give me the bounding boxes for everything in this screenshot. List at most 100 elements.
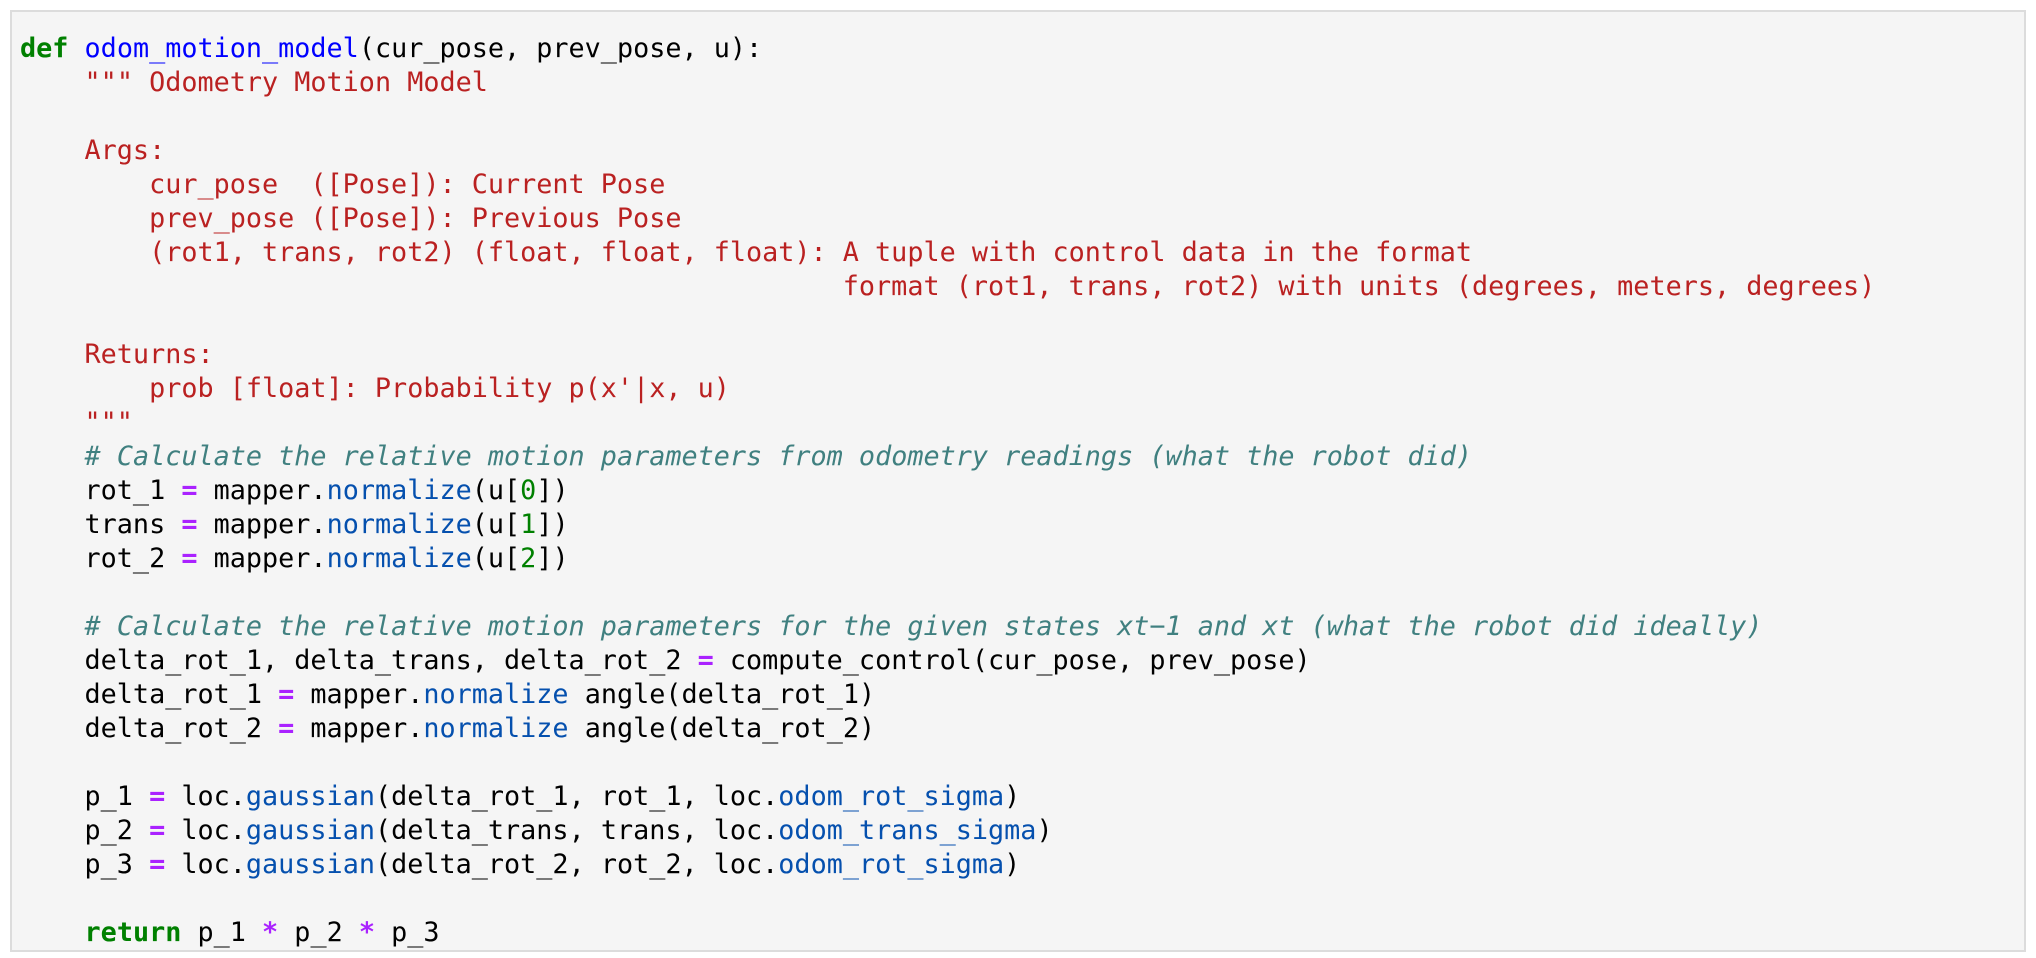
code-cell[interactable]: def odom_motion_model(cur_pose, prev_pos…	[10, 10, 2026, 952]
code-text: delta_rot_1, delta_trans, delta_rot_2	[20, 645, 698, 676]
code-text: (cur_pose, prev_pose, u):	[358, 33, 763, 64]
code-keyword: def	[20, 33, 69, 64]
code-text: ])	[536, 509, 569, 540]
code-line: ​	[20, 576, 1875, 610]
code-line: ​	[20, 304, 1875, 338]
code-line: rot_1 = mapper.normalize(u[0])	[20, 474, 1875, 508]
code-attribute: odom_rot_sigma	[778, 849, 1005, 880]
code-attribute: odom_trans_sigma	[778, 815, 1037, 846]
code-number: 1	[520, 509, 537, 540]
code-line: Args:	[20, 134, 1875, 168]
code-operator: =	[149, 849, 166, 880]
code-operator: =	[149, 781, 166, 812]
code-text: trans	[20, 509, 182, 540]
code-line: prob [float]: Probability p(x'|x, u)	[20, 372, 1875, 406]
code-text: p_3	[374, 917, 440, 948]
code-line: delta_rot_2 = mapper.normalize angle(del…	[20, 712, 1875, 746]
code-text: mapper.	[197, 509, 327, 540]
code-attribute: normalize	[423, 713, 569, 744]
code-text: (delta_rot_2, rot_2, loc.	[374, 849, 779, 880]
code-text: p_3	[20, 849, 150, 880]
code-text: angle(delta_rot_1)	[568, 679, 876, 710]
code-string: Returns:	[20, 339, 214, 370]
code-line: prev_pose ([Pose]): Previous Pose	[20, 202, 1875, 236]
code-text: )	[1004, 849, 1021, 880]
code-string: format (rot1, trans, rot2) with units (d…	[20, 271, 1876, 302]
code-line: delta_rot_1 = mapper.normalize angle(del…	[20, 678, 1875, 712]
code-line: trans = mapper.normalize(u[1])	[20, 508, 1875, 542]
code-line: cur_pose ([Pose]): Current Pose	[20, 168, 1875, 202]
code-string: prob [float]: Probability p(x'|x, u)	[20, 373, 730, 404]
code-attribute: gaussian	[245, 849, 375, 880]
code-operator: =	[697, 645, 714, 676]
code-text: angle(delta_rot_2)	[568, 713, 876, 744]
code-comment: # Calculate the relative motion paramete…	[84, 441, 1472, 472]
code-operator: =	[181, 543, 198, 574]
code-line: p_2 = loc.gaussian(delta_trans, trans, l…	[20, 814, 1875, 848]
code-text: (u[	[471, 475, 521, 506]
code-string: """	[20, 407, 133, 438]
code-line: def odom_motion_model(cur_pose, prev_pos…	[20, 32, 1875, 66]
code-attribute: normalize	[326, 509, 472, 540]
code-text: mapper.	[197, 475, 327, 506]
code-operator: =	[278, 679, 295, 710]
code-line: p_1 = loc.gaussian(delta_rot_1, rot_1, l…	[20, 780, 1875, 814]
code-operator: *	[262, 917, 279, 948]
code-attribute: normalize	[423, 679, 569, 710]
code-text: p_2	[278, 917, 359, 948]
code-text: rot_2	[20, 543, 182, 574]
code-attribute: odom_rot_sigma	[778, 781, 1005, 812]
code-operator: *	[358, 917, 375, 948]
code-line: format (rot1, trans, rot2) with units (d…	[20, 270, 1876, 304]
code-text: ])	[536, 475, 569, 506]
code-line: ​	[20, 746, 1875, 780]
code-text: p_1	[20, 781, 150, 812]
code-line: Returns:	[20, 338, 1875, 372]
code-line: ​	[20, 100, 1875, 134]
code-string: prev_pose ([Pose]): Previous Pose	[20, 203, 682, 234]
code-text: ])	[536, 543, 569, 574]
code-text: delta_rot_1	[20, 679, 279, 710]
code-text: loc.	[165, 849, 246, 880]
code-attribute: normalize	[326, 543, 472, 574]
code-keyword: return	[84, 917, 182, 948]
code-string: Args:	[20, 135, 166, 166]
code-text: mapper.	[294, 679, 424, 710]
code-text: )	[1036, 815, 1053, 846]
code-string: cur_pose ([Pose]): Current Pose	[20, 169, 666, 200]
code-text: (u[	[471, 543, 521, 574]
code-text: delta_rot_2	[20, 713, 279, 744]
code-operator: =	[278, 713, 295, 744]
code-text: )	[1004, 781, 1021, 812]
code-line: rot_2 = mapper.normalize(u[2])	[20, 542, 1875, 576]
code-number: 0	[520, 475, 537, 506]
code-editor[interactable]: def odom_motion_model(cur_pose, prev_pos…	[20, 32, 1875, 950]
code-operator: =	[181, 509, 198, 540]
code-text: compute_control(cur_pose, prev_pose)	[713, 645, 1311, 676]
code-text: (delta_trans, trans, loc.	[374, 815, 779, 846]
code-text: loc.	[165, 781, 246, 812]
code-attribute: normalize	[326, 475, 472, 506]
code-text: (u[	[471, 509, 521, 540]
code-operator: =	[181, 475, 198, 506]
code-comment: # Calculate the relative motion paramete…	[84, 611, 1763, 642]
code-text: (delta_rot_1, rot_1, loc.	[374, 781, 779, 812]
code-function-name: odom_motion_model	[84, 33, 359, 64]
code-operator: =	[149, 815, 166, 846]
code-attribute: gaussian	[245, 781, 375, 812]
code-number: 2	[520, 543, 537, 574]
code-line: p_3 = loc.gaussian(delta_rot_2, rot_2, l…	[20, 848, 1875, 882]
code-line: ​	[20, 882, 1875, 916]
code-line: return p_1 * p_2 * p_3	[20, 916, 1875, 950]
code-line: # Calculate the relative motion paramete…	[20, 440, 1875, 474]
code-text: p_1	[181, 917, 263, 948]
code-text: mapper.	[197, 543, 327, 574]
code-text: loc.	[165, 815, 246, 846]
code-string: (rot1, trans, rot2) (float, float, float…	[20, 237, 1472, 268]
code-line: delta_rot_1, delta_trans, delta_rot_2 = …	[20, 644, 1875, 678]
